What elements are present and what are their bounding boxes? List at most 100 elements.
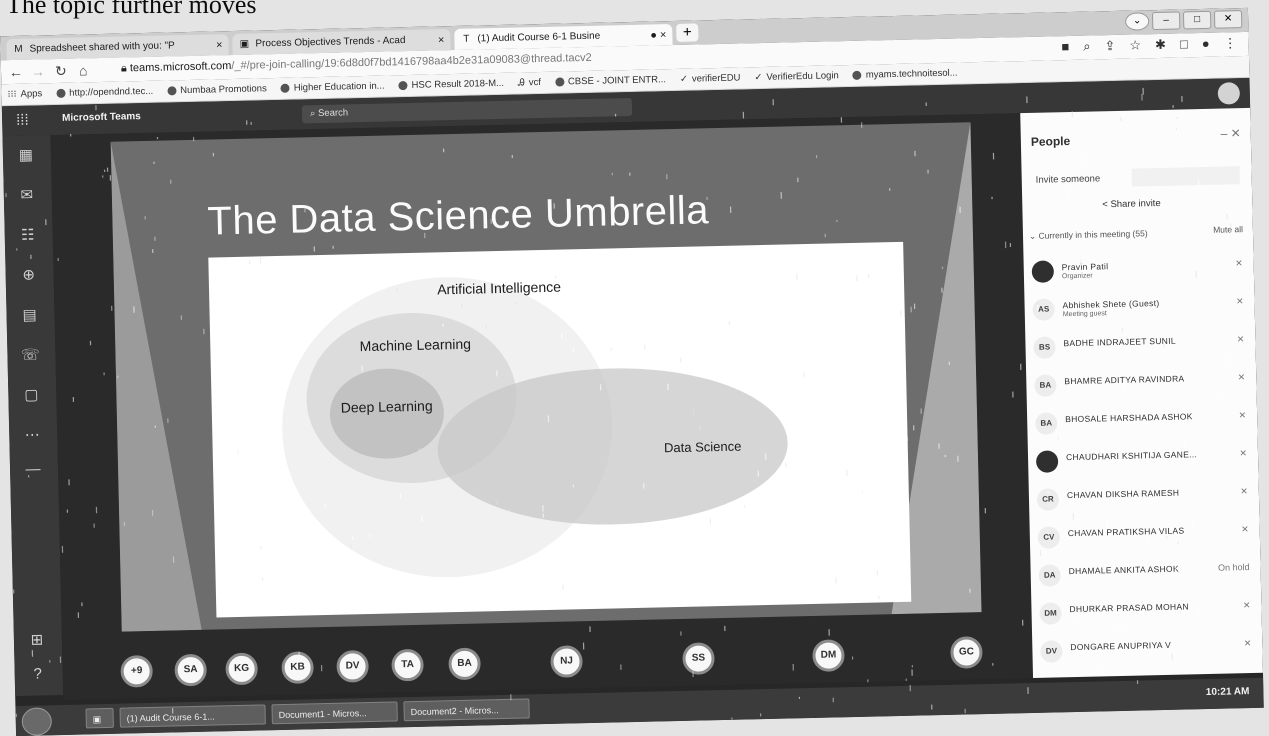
- participant-avatar[interactable]: SA: [174, 653, 208, 687]
- bookmark-apps[interactable]: ⁝⁝⁝ Apps: [7, 88, 42, 100]
- bookmark-item[interactable]: Ꭿvcf: [518, 77, 541, 89]
- extension-icon[interactable]: ■: [1061, 39, 1069, 55]
- invite-input[interactable]: [1131, 166, 1240, 187]
- calls-icon[interactable]: ☏: [19, 345, 41, 367]
- participant-list-item[interactable]: BA BHAMRE ADITYA RAVINDRA ✕: [1034, 364, 1250, 407]
- new-tab-button[interactable]: +: [676, 23, 699, 42]
- mic-muted-icon: ✕: [1238, 410, 1247, 421]
- participant-avatar[interactable]: +9: [120, 654, 154, 688]
- close-window-button[interactable]: ✕: [1213, 10, 1243, 29]
- bookmark-item[interactable]: ✓ VerifierEdu Login: [754, 70, 839, 83]
- participant-avatar[interactable]: DV: [336, 650, 369, 683]
- mute-all-button[interactable]: Mute all: [1213, 224, 1243, 235]
- ai-label: Artificial Intelligence: [437, 279, 561, 298]
- taskbar-item[interactable]: (1) Audit Course 6-1...: [119, 704, 266, 728]
- participant-name: DHAMALE ANKITA ASHOK: [1068, 563, 1179, 577]
- bookmark-item[interactable]: myams.technoitesol...: [852, 68, 958, 81]
- bookmark-item[interactable]: Higher Education in...: [280, 81, 385, 94]
- participant-avatar[interactable]: DM: [812, 639, 845, 672]
- forward-arrow-icon[interactable]: →: [31, 63, 45, 79]
- dl-label: Deep Learning: [341, 398, 433, 416]
- invite-label: Invite someone: [1035, 173, 1101, 186]
- participant-avatar[interactable]: SS: [682, 642, 715, 675]
- mic-muted-icon: ✕: [1237, 372, 1246, 383]
- bookmark-item[interactable]: ✓ verifierEDU: [680, 72, 741, 84]
- share-icon[interactable]: ⇪: [1104, 38, 1115, 54]
- close-icon[interactable]: – ✕: [1221, 126, 1241, 140]
- taskbar-item[interactable]: Document2 - Micros...: [403, 698, 530, 722]
- monitor-screen: M Spreadsheet shared with you: "P × ▣ Pr…: [0, 7, 1264, 736]
- avatar: [1031, 260, 1055, 283]
- shared-slide: The Data Science Umbrella Artificial Int…: [110, 122, 982, 632]
- close-icon[interactable]: ×: [438, 34, 445, 46]
- participant-list-item[interactable]: CHAUDHARI KSHITIJA GANE... ✕: [1035, 440, 1252, 483]
- participant-name: CHAVAN PRATIKSHA VILAS: [1067, 525, 1185, 539]
- bookmark-item[interactable]: Numbaa Promotions: [167, 83, 267, 96]
- app-launcher-icon[interactable]: ⁞⁞⁞: [16, 112, 29, 129]
- calendar-icon[interactable]: ▤: [18, 305, 40, 327]
- participant-avatar[interactable]: NJ: [550, 645, 583, 678]
- current-participants-header[interactable]: ⌄ Currently in this meeting (55): [1029, 228, 1148, 242]
- participant-list-item[interactable]: DV DONGARE ANUPRIYA V ✕: [1040, 630, 1256, 673]
- participant-avatar[interactable]: KG: [225, 652, 258, 686]
- participant-avatar[interactable]: GC: [950, 636, 983, 669]
- home-icon[interactable]: ⌂: [79, 62, 88, 78]
- minimize-button[interactable]: –: [1151, 11, 1181, 31]
- bookmark-item[interactable]: http://opendnd.tec...: [56, 86, 153, 99]
- participant-list-item[interactable]: Pravin Patil Organizer ✕: [1031, 250, 1247, 293]
- participant-avatar[interactable]: TA: [391, 648, 424, 682]
- share-invite-button[interactable]: < Share invite: [1102, 198, 1161, 210]
- avatar[interactable]: [1217, 82, 1241, 105]
- kebab-menu-icon[interactable]: ⋮: [1224, 35, 1237, 51]
- more-icon[interactable]: ⋯: [21, 425, 43, 447]
- participant-list-item[interactable]: DA DHAMALE ANKITA ASHOK On hold: [1038, 554, 1254, 597]
- participant-list-item[interactable]: AS Abhishek Shete (Guest) Meeting guest ✕: [1032, 288, 1248, 331]
- participant-list-item[interactable]: CV CHAVAN PRATIKSHA VILAS ✕: [1037, 516, 1253, 559]
- maximize-button[interactable]: □: [1182, 10, 1212, 30]
- apps-icon[interactable]: ⊞: [26, 630, 48, 652]
- files-icon[interactable]: ▢: [20, 385, 42, 407]
- search-input[interactable]: ⌕ Search: [301, 97, 633, 124]
- divider-icon: ―: [25, 460, 41, 478]
- back-arrow-icon[interactable]: ←: [9, 64, 23, 80]
- show-desktop-icon[interactable]: ▣: [85, 707, 114, 729]
- participant-name: Abhishek Shete (Guest): [1062, 298, 1160, 311]
- teams-icon[interactable]: ☷: [17, 225, 39, 247]
- bookmark-item[interactable]: HSC Result 2018-M...: [398, 78, 504, 91]
- window-icon[interactable]: □: [1180, 36, 1188, 52]
- globe-icon: [167, 86, 177, 96]
- avatar: BA: [1035, 412, 1058, 435]
- participant-list-item[interactable]: DM DHURKAR PRASAD MOHAN ✕: [1039, 592, 1255, 635]
- avatar: CR: [1036, 488, 1060, 511]
- document-heading-text: The topic further moves: [6, 0, 257, 19]
- globe-icon: [280, 83, 290, 93]
- participant-list-item[interactable]: BA BHOSALE HARSHADA ASHOK ✕: [1035, 402, 1251, 445]
- profile-icon[interactable]: ●: [1202, 36, 1210, 52]
- bookmark-item[interactable]: CBSE - JOINT ENTR...: [554, 74, 666, 88]
- participant-name: Pravin Patil: [1061, 261, 1109, 273]
- help-icon[interactable]: ?: [27, 665, 49, 687]
- activity-icon[interactable]: ▦: [15, 145, 37, 167]
- mic-muted-icon: ✕: [1235, 258, 1243, 269]
- window-controls: ⌄ – □ ✕: [1124, 10, 1243, 31]
- system-clock: 10:21 AM: [1205, 686, 1250, 699]
- assignments-icon[interactable]: ⊕: [17, 265, 39, 287]
- chat-icon[interactable]: ✉: [16, 185, 38, 207]
- close-icon[interactable]: ×: [216, 39, 223, 51]
- close-icon[interactable]: ● ×: [650, 29, 666, 41]
- puzzle-icon[interactable]: ✱: [1155, 37, 1166, 53]
- start-button[interactable]: [21, 707, 53, 736]
- participant-avatar[interactable]: KB: [281, 651, 314, 685]
- participant-avatar[interactable]: BA: [448, 647, 481, 681]
- tab-label: (1) Audit Course 6-1 Busine: [477, 30, 601, 45]
- reload-icon[interactable]: ↻: [55, 63, 67, 80]
- star-icon[interactable]: ☆: [1129, 37, 1141, 53]
- taskbar-item[interactable]: Document1 - Micros...: [271, 701, 398, 725]
- avatar: DA: [1038, 564, 1061, 587]
- search-icon[interactable]: ⌕: [1083, 39, 1091, 55]
- noise-speck: [529, 730, 531, 736]
- chevron-down-icon[interactable]: ⌄: [1124, 12, 1150, 31]
- participant-list-item[interactable]: BS BADHE INDRAJEET SUNIL ✕: [1033, 326, 1249, 369]
- participant-list-item[interactable]: CR CHAVAN DIKSHA RAMESH ✕: [1036, 478, 1253, 521]
- tab-label: Spreadsheet shared with you: "P: [29, 40, 175, 55]
